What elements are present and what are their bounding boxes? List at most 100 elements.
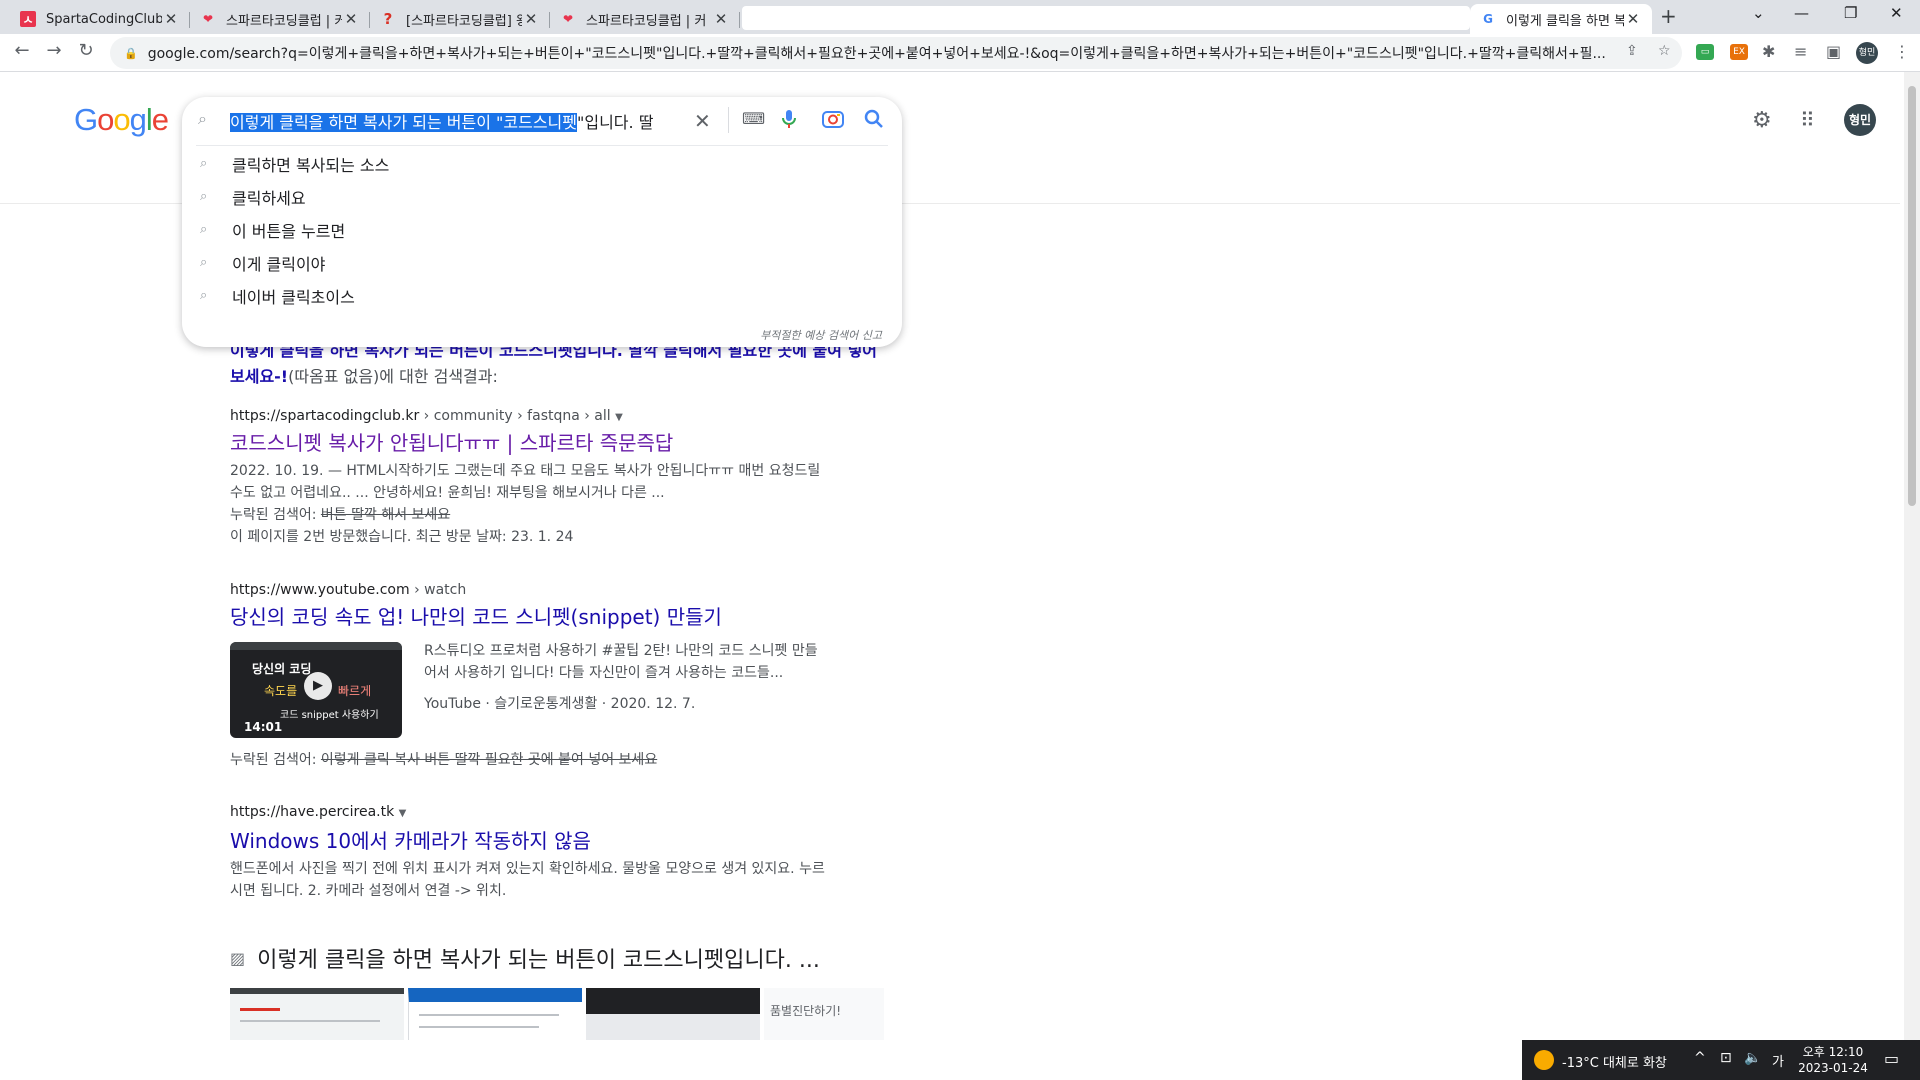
- page-scrollbar[interactable]: [1904, 72, 1920, 1040]
- result-snippet: 2022. 10. 19. — HTML시작하기도 그랬는데 주요 태그 모음도…: [230, 463, 821, 501]
- tab-google-search[interactable]: G 이렇게 클릭을 하면 복 ✕: [1470, 4, 1652, 34]
- result-title-link[interactable]: 코드스니펫 복사가 안됩니다ㅠㅠ | 스파르타 즉문즉답: [230, 430, 830, 456]
- result-title-link[interactable]: Windows 10에서 카메라가 작동하지 않음: [230, 828, 830, 854]
- suggestion-item[interactable]: ⌕ 클릭하세요: [182, 180, 902, 213]
- search-icon: ⌕: [200, 189, 208, 204]
- scrollbar-thumb[interactable]: [1908, 86, 1916, 506]
- ime-indicator[interactable]: 가: [1772, 1051, 1784, 1070]
- tab-sparta-question[interactable]: ? [스파르타코딩클럽] 왕 ✕: [370, 4, 550, 34]
- search-submit-icon[interactable]: [864, 109, 884, 134]
- query-rest-text: "입니다. 딸: [577, 113, 654, 132]
- close-tab-icon[interactable]: ✕: [712, 10, 730, 28]
- image-thumbnail[interactable]: [230, 988, 404, 1040]
- google-apps-grid-icon[interactable]: ⠿: [1800, 108, 1815, 132]
- suggestion-item[interactable]: ⌕ 이게 클릭이야: [182, 246, 902, 279]
- volume-icon[interactable]: 🔈: [1744, 1050, 1761, 1066]
- extensions-puzzle-icon[interactable]: ✱: [1762, 42, 1775, 61]
- divider: [196, 145, 888, 146]
- extension-ex-icon[interactable]: EX: [1730, 44, 1748, 60]
- correction-suffix: (따옴표 없음)에 대한 검색결과:: [288, 367, 498, 386]
- forward-arrow-icon[interactable]: →: [42, 40, 66, 61]
- google-favicon-icon: G: [1483, 12, 1493, 26]
- video-thumbnail[interactable]: 당신의 코딩 속도를 빠르게 코드 snippet 사용하기 ▶ 14:01: [230, 642, 402, 738]
- suggestion-item[interactable]: ⌕ 네이버 클릭초이스: [182, 279, 902, 312]
- result-citation[interactable]: https://have.percirea.tk ▼: [230, 804, 830, 820]
- clock-time: 오후 12:10: [1802, 1045, 1864, 1059]
- clear-x-icon[interactable]: ✕: [694, 109, 711, 133]
- reading-list-icon[interactable]: ≡: [1794, 42, 1807, 61]
- thumb-titlebar: [230, 642, 402, 650]
- search-result: https://have.percirea.tk ▼ Windows 10에서 …: [230, 804, 830, 902]
- close-window-icon[interactable]: ✕: [1890, 4, 1903, 22]
- notification-icon[interactable]: ▭: [1884, 1049, 1899, 1068]
- extension-green-icon[interactable]: ▭: [1696, 44, 1714, 60]
- image-thumbnail[interactable]: 품별진단하기!: [764, 988, 884, 1040]
- back-arrow-icon[interactable]: ←: [10, 40, 34, 61]
- divider: [728, 107, 729, 133]
- thumb-line: [240, 1020, 380, 1022]
- suggestion-text: 네이버 클릭초이스: [232, 287, 355, 307]
- close-tab-icon[interactable]: ✕: [522, 10, 540, 28]
- search-icon: ⌕: [200, 222, 208, 237]
- tab-search-chevron-icon[interactable]: ⌄: [1752, 4, 1765, 22]
- tab-sparta-community-2[interactable]: ❤ 스파르타코딩클럽 | 커 ✕: [550, 4, 740, 34]
- result-citation[interactable]: https://spartacodingclub.kr › community …: [230, 408, 830, 424]
- settings-gear-icon[interactable]: ⚙: [1752, 108, 1772, 133]
- search-icon: ⌕: [200, 255, 208, 270]
- search-input[interactable]: 이렇게 클릭을 하면 복사가 되는 버튼이 "코드스니펫"입니다. 딸: [230, 111, 682, 135]
- reload-icon[interactable]: ↻: [74, 40, 98, 61]
- report-suggestions-link[interactable]: 부적절한 예상 검색어 신고: [760, 327, 882, 343]
- clock[interactable]: 오후 12:10 2023-01-24: [1794, 1044, 1872, 1076]
- tray-chevron-up-icon[interactable]: ^: [1694, 1050, 1706, 1066]
- question-favicon-icon: ?: [383, 10, 393, 28]
- image-thumbnail[interactable]: [408, 988, 582, 1040]
- play-icon[interactable]: ▶: [304, 672, 332, 700]
- google-logo[interactable]: Google: [74, 102, 169, 138]
- account-avatar[interactable]: 형민: [1844, 104, 1876, 136]
- thumb-text: 품별진단하기!: [770, 1004, 842, 1018]
- suggestion-item[interactable]: ⌕ 이 버튼을 누르면: [182, 213, 902, 246]
- keyboard-icon[interactable]: ⌨: [742, 109, 765, 128]
- share-icon[interactable]: ⇪: [1626, 43, 1638, 59]
- bookmark-star-icon[interactable]: ☆: [1658, 43, 1671, 59]
- browser-profile-avatar[interactable]: 형민: [1856, 42, 1878, 64]
- suggestion-text: 클릭하세요: [232, 188, 306, 208]
- close-tab-icon[interactable]: ✕: [342, 10, 360, 28]
- browser-menu-icon[interactable]: ⋮: [1894, 42, 1910, 61]
- weather-sun-icon[interactable]: [1534, 1050, 1554, 1070]
- result-site: https://www.youtube.com: [230, 582, 410, 598]
- side-panel-icon[interactable]: ▣: [1826, 42, 1841, 61]
- more-options-caret-icon[interactable]: ▼: [399, 808, 407, 819]
- visit-note: 이 페이지를 2번 방문했습니다. 최근 방문 날짜: 23. 1. 24: [230, 529, 574, 545]
- address-bar[interactable]: 🔒 google.com/search?q=이렇게+클릭을+하면+복사가+되는+…: [110, 37, 1682, 69]
- more-options-caret-icon[interactable]: ▼: [615, 412, 623, 423]
- result-path: › community › fastqna › all: [419, 408, 611, 424]
- camera-lens-icon[interactable]: [822, 109, 844, 134]
- blank-tab-area: [742, 6, 1470, 30]
- tab-spartacodingclub[interactable]: ㅅ SpartaCodingClub ✕: [10, 4, 190, 34]
- suggestion-item[interactable]: ⌕ 클릭하면 복사되는 소스: [182, 147, 902, 180]
- tab-title: 이렇게 클릭을 하면 복: [1506, 13, 1624, 29]
- lock-icon[interactable]: 🔒: [124, 47, 138, 60]
- close-tab-icon[interactable]: ✕: [1624, 10, 1642, 28]
- clock-date: 2023-01-24: [1798, 1061, 1868, 1075]
- search-magnifier-icon: ⌕: [198, 109, 207, 128]
- address-url: google.com/search?q=이렇게+클릭을+하면+복사가+되는+버튼…: [147, 46, 1606, 62]
- tab-title: SpartaCodingClub: [46, 11, 162, 27]
- heart-favicon-icon: ❤: [562, 12, 574, 26]
- search-result-video: https://www.youtube.com › watch 당신의 코딩 속…: [230, 582, 850, 630]
- minimize-icon[interactable]: —: [1794, 4, 1809, 22]
- restore-icon[interactable]: ❐: [1844, 4, 1857, 22]
- search-result: https://spartacodingclub.kr › community …: [230, 408, 830, 548]
- result-title-link[interactable]: 당신의 코딩 속도 업! 나만의 코드 스니펫(snippet) 만들기: [230, 604, 850, 630]
- thumb-text: 빠르게: [338, 684, 372, 698]
- tab-sparta-community-1[interactable]: ❤ 스파르타코딩클럽 | 커 ✕: [190, 4, 370, 34]
- new-tab-plus-icon[interactable]: +: [1660, 4, 1677, 28]
- weather-text[interactable]: -13°C 대체로 화창: [1562, 1052, 1667, 1071]
- voice-mic-icon[interactable]: [782, 109, 796, 134]
- close-tab-icon[interactable]: ✕: [162, 10, 180, 28]
- images-section-header[interactable]: ▨ 이렇게 클릭을 하면 복사가 되는 버튼이 코드스니펫입니다. ...: [230, 942, 820, 974]
- network-icon[interactable]: ⊡: [1720, 1050, 1732, 1066]
- image-thumbnail[interactable]: [586, 988, 760, 1040]
- result-citation[interactable]: https://www.youtube.com › watch: [230, 582, 850, 598]
